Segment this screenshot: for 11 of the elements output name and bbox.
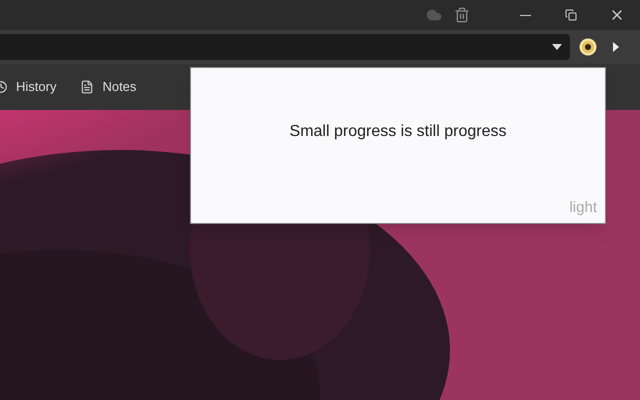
dropdown-arrow-icon[interactable] <box>552 44 562 50</box>
play-arrow-icon[interactable] <box>613 42 619 52</box>
quote-text: Small progress is still progress <box>290 122 506 142</box>
restore-icon <box>565 9 577 21</box>
flower-icon[interactable] <box>579 38 597 56</box>
bookmark-link[interactable]: History <box>0 77 56 97</box>
bookmark-link[interactable]: Notes <box>80 77 136 97</box>
document-icon <box>80 80 94 94</box>
minimize-icon <box>520 14 530 16</box>
address-field[interactable] <box>0 34 570 60</box>
trash-icon[interactable] <box>454 7 470 23</box>
